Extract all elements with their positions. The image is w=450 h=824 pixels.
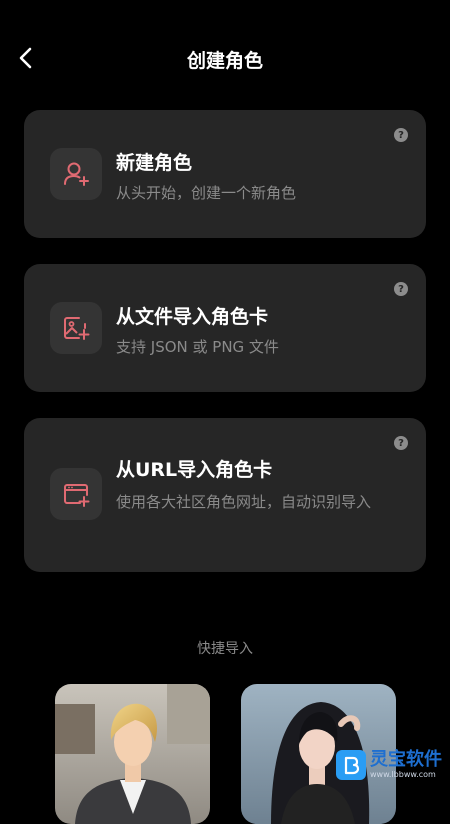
quick-import-character-1[interactable] <box>55 684 210 824</box>
card-title: 新建角色 <box>116 152 193 174</box>
card-description: 使用各大社区角色网址，自动识别导入 <box>116 493 372 511</box>
help-icon[interactable]: ? <box>394 128 408 142</box>
watermark-text: 灵宝软件 www.lbbww.com <box>370 750 442 780</box>
quick-import-label: 快捷导入 <box>197 641 253 657</box>
card-title: 从文件导入角色卡 <box>116 306 269 328</box>
card-description: 支持 JSON 或 PNG 文件 <box>116 338 279 356</box>
import-url-card[interactable]: 从URL导入角色卡 使用各大社区角色网址，自动识别导入 ? <box>24 418 426 572</box>
browser-add-icon <box>64 484 90 507</box>
new-character-icon-box <box>50 148 102 200</box>
watermark-logo: 灵宝软件 www.lbbww.com <box>336 750 442 780</box>
watermark-name: 灵宝软件 <box>370 749 442 770</box>
import-file-icon-box <box>50 302 102 354</box>
b-logo-icon <box>344 756 360 775</box>
new-character-card[interactable]: 新建角色 从头开始，创建一个新角色 ? <box>24 110 426 238</box>
card-description: 从头开始，创建一个新角色 <box>116 184 297 202</box>
watermark-url: www.lbbww.com <box>370 770 436 779</box>
card-title: 从URL导入角色卡 <box>116 459 273 481</box>
character-portrait-image <box>55 684 210 824</box>
import-url-icon-box <box>50 468 102 520</box>
page-title: 创建角色 <box>186 50 263 72</box>
help-icon[interactable]: ? <box>394 282 408 296</box>
header: 创建角色 <box>0 0 450 120</box>
add-user-icon <box>64 162 89 186</box>
image-add-icon <box>64 317 90 340</box>
help-icon[interactable]: ? <box>394 436 408 450</box>
watermark-logo-icon <box>336 750 366 780</box>
import-file-card[interactable]: 从文件导入角色卡 支持 JSON 或 PNG 文件 ? <box>24 264 426 392</box>
